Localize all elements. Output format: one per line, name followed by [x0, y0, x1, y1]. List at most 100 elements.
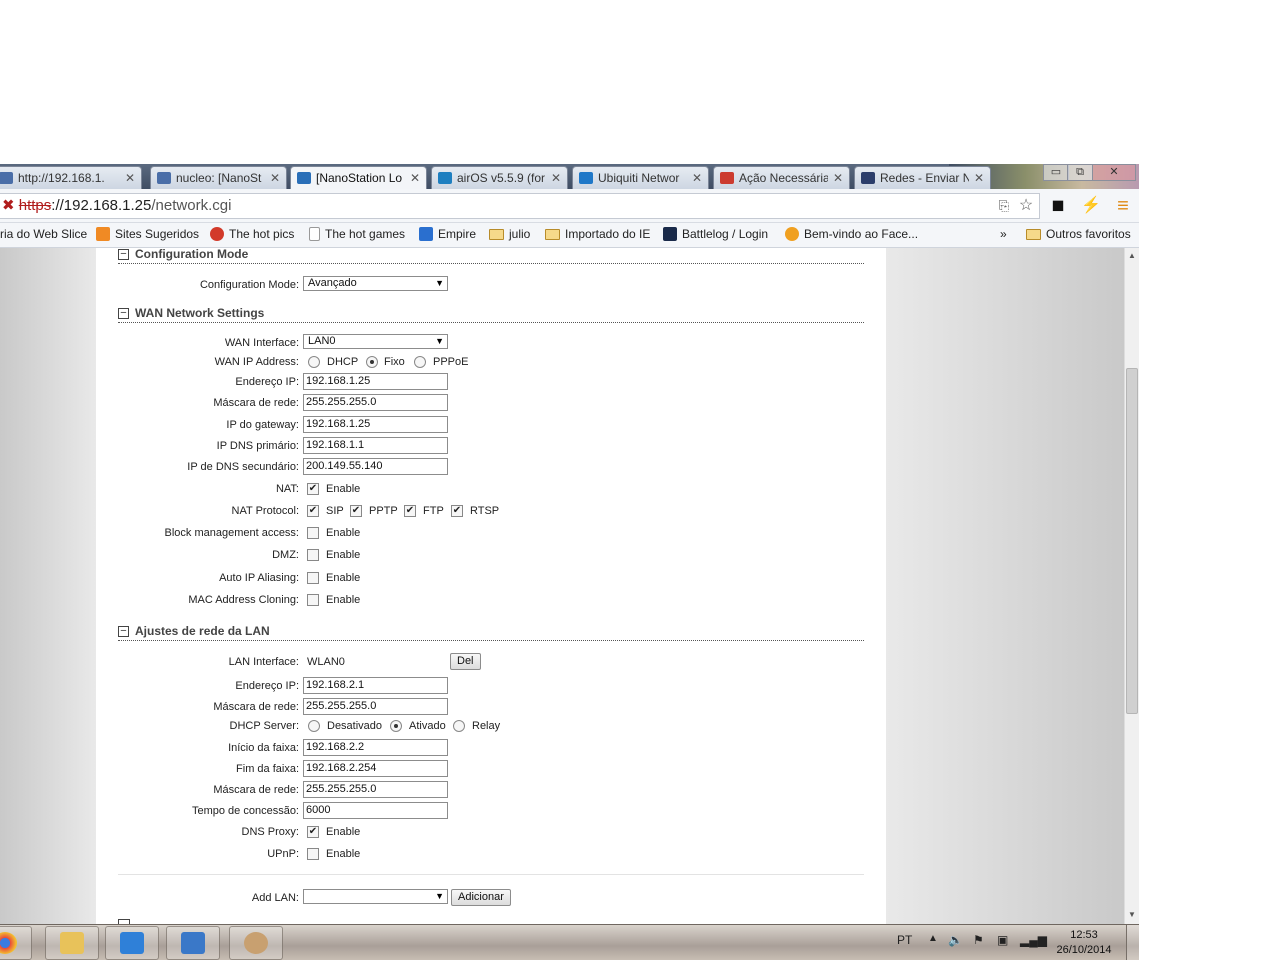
lan-ip-input[interactable]: 192.168.2.1	[303, 677, 448, 694]
checkbox-label: Enable	[326, 572, 361, 584]
adicionar-button[interactable]: Adicionar	[451, 889, 511, 906]
ftp-checkbox[interactable]: ✔	[404, 505, 416, 517]
tab-1[interactable]: http://192.168.1. ✕	[0, 166, 142, 189]
radio-fixo[interactable]	[366, 356, 378, 368]
scroll-up-icon[interactable]: ▲	[1125, 251, 1139, 260]
section-title: WAN Network Settings	[135, 306, 265, 320]
checkbox-label: Enable	[326, 848, 361, 860]
tab-5[interactable]: Ubiquiti Networ ✕	[572, 166, 709, 189]
taskbar-chrome[interactable]	[0, 926, 32, 960]
radio-relay[interactable]	[453, 720, 465, 732]
tab-4[interactable]: airOS v5.5.9 (for ✕	[431, 166, 568, 189]
tab-close-icon[interactable]: ✕	[270, 171, 280, 185]
vertical-scrollbar[interactable]: ▲ ▼	[1124, 248, 1139, 924]
mac-cloning-checkbox[interactable]	[307, 594, 319, 606]
network-signal-icon[interactable]: ▂▄▆	[1020, 933, 1047, 947]
address-bar[interactable]: ✖ https://192.168.1.25/network.cgi	[0, 193, 1040, 219]
tab-3-active[interactable]: [NanoStation Lo ✕	[290, 166, 427, 189]
bookmark-folder-julio[interactable]: julio	[489, 227, 530, 241]
action-center-flag-icon[interactable]: ⚑	[973, 933, 984, 947]
range-start-input[interactable]: 192.168.2.2	[303, 739, 448, 756]
show-hidden-icons-icon[interactable]: ▲	[928, 933, 938, 944]
sites-icon	[96, 227, 110, 241]
tab-2[interactable]: nucleo: [NanoSt ✕	[150, 166, 287, 189]
bookmark-facebook[interactable]: Bem-vindo ao Face...	[785, 227, 918, 241]
wan-gateway-input[interactable]: 192.168.1.25	[303, 416, 448, 433]
dns-proxy-checkbox[interactable]: ✔	[307, 826, 319, 838]
volume-icon[interactable]: 🔈	[948, 933, 963, 947]
block-mgmt-checkbox[interactable]	[307, 527, 319, 539]
scroll-down-icon[interactable]: ▼	[1125, 910, 1139, 919]
collapse-toggle-icon[interactable]: −	[118, 308, 129, 319]
config-mode-select[interactable]: Avançado ▼	[303, 276, 448, 291]
bookmark-hot-pics[interactable]: The hot pics	[210, 227, 294, 241]
collapse-toggle-icon[interactable]: −	[118, 626, 129, 637]
tab-close-icon[interactable]: ✕	[974, 171, 984, 185]
menu-icon[interactable]: ≡	[1114, 196, 1132, 216]
rtsp-checkbox[interactable]: ✔	[451, 505, 463, 517]
tab-close-icon[interactable]: ✕	[833, 171, 843, 185]
dhcp-mask-input[interactable]: 255.255.255.0	[303, 781, 448, 798]
checkbox-label: Enable	[326, 594, 361, 606]
pptp-checkbox[interactable]: ✔	[350, 505, 362, 517]
tab-favicon-icon	[438, 172, 452, 184]
collapse-toggle-icon[interactable]: −	[118, 249, 129, 260]
radio-dhcp[interactable]	[308, 356, 320, 368]
extension-icon[interactable]: ◼	[1049, 197, 1067, 215]
nat-checkbox[interactable]: ✔	[307, 483, 319, 495]
restore-button[interactable]: ⧉	[1067, 164, 1093, 181]
system-clock[interactable]: 12:53 26/10/2014	[1048, 928, 1120, 958]
taskbar-media-player[interactable]	[105, 926, 159, 960]
bookmark-empire[interactable]: Empire	[419, 227, 476, 241]
field-label: Máscara de rede:	[213, 784, 299, 796]
translate-icon[interactable]: ⎘	[995, 197, 1013, 215]
radio-ativado-label: Ativado	[409, 720, 446, 732]
lightning-extension-icon[interactable]: ⚡	[1081, 197, 1101, 215]
bookmark-star-icon[interactable]: ☆	[1017, 197, 1035, 215]
bookmark-sites-sugeridos[interactable]: Sites Sugeridos	[96, 227, 199, 241]
bookmark-battlelog[interactable]: Battlelog / Login	[663, 227, 768, 241]
language-indicator[interactable]: PT	[897, 933, 912, 947]
tab-close-icon[interactable]: ✕	[551, 171, 561, 185]
wan-dns1-input[interactable]: 192.168.1.1	[303, 437, 448, 454]
tab-close-icon[interactable]: ✕	[125, 171, 135, 185]
auto-ip-aliasing-checkbox[interactable]	[307, 572, 319, 584]
wan-dns2-input[interactable]: 200.149.55.140	[303, 458, 448, 475]
taskbar-paint[interactable]	[229, 926, 283, 960]
lan-mask-input[interactable]: 255.255.255.0	[303, 698, 448, 715]
tab-6[interactable]: Ação Necessária ✕	[713, 166, 850, 189]
range-end-input[interactable]: 192.168.2.254	[303, 760, 448, 777]
tab-close-icon[interactable]: ✕	[410, 171, 420, 185]
wan-dns1-row: IP DNS primário: 192.168.1.1	[96, 437, 886, 457]
radio-ativado[interactable]	[390, 720, 402, 732]
checkbox-row-label: MAC Address Cloning:	[188, 594, 299, 606]
power-icon[interactable]: ▣	[997, 933, 1008, 947]
taskbar-control-panel[interactable]	[166, 926, 220, 960]
wan-ip-input[interactable]: 192.168.1.25	[303, 373, 448, 390]
radio-desativado[interactable]	[308, 720, 320, 732]
scrollbar-thumb[interactable]	[1126, 368, 1138, 714]
wan-interface-select[interactable]: LAN0 ▼	[303, 334, 448, 349]
bookmark-web-slice[interactable]: ria do Web Slice	[0, 227, 87, 241]
tab-7[interactable]: Redes - Enviar N ✕	[854, 166, 991, 189]
lease-time-input[interactable]: 6000	[303, 802, 448, 819]
taskbar-explorer[interactable]	[45, 926, 99, 960]
upnp-checkbox[interactable]	[307, 848, 319, 860]
add-lan-select[interactable]: ▼	[303, 889, 448, 904]
del-lan-button[interactable]: Del	[450, 653, 481, 670]
checkbox-label: RTSP	[470, 505, 500, 517]
bookmark-folder-importado[interactable]: Importado do IE	[545, 227, 650, 241]
sip-checkbox[interactable]: ✔	[307, 505, 319, 517]
mac-cloning-row: MAC Address Cloning: Enable	[96, 591, 886, 611]
dmz-checkbox[interactable]	[307, 549, 319, 561]
bookmarks-overflow-button[interactable]: »	[1000, 227, 1007, 241]
wan-mask-input[interactable]: 255.255.255.0	[303, 394, 448, 411]
bookmark-hot-games[interactable]: The hot games	[309, 227, 405, 241]
other-bookmarks-folder[interactable]: Outros favoritos	[1026, 227, 1131, 241]
close-window-button[interactable]: ✕	[1092, 164, 1136, 181]
minimize-button[interactable]: ▭	[1043, 164, 1069, 181]
radio-pppoe[interactable]	[414, 356, 426, 368]
tab-close-icon[interactable]: ✕	[692, 171, 702, 185]
radio-fixo-label: Fixo	[384, 356, 405, 368]
show-desktop-button[interactable]	[1126, 925, 1139, 960]
